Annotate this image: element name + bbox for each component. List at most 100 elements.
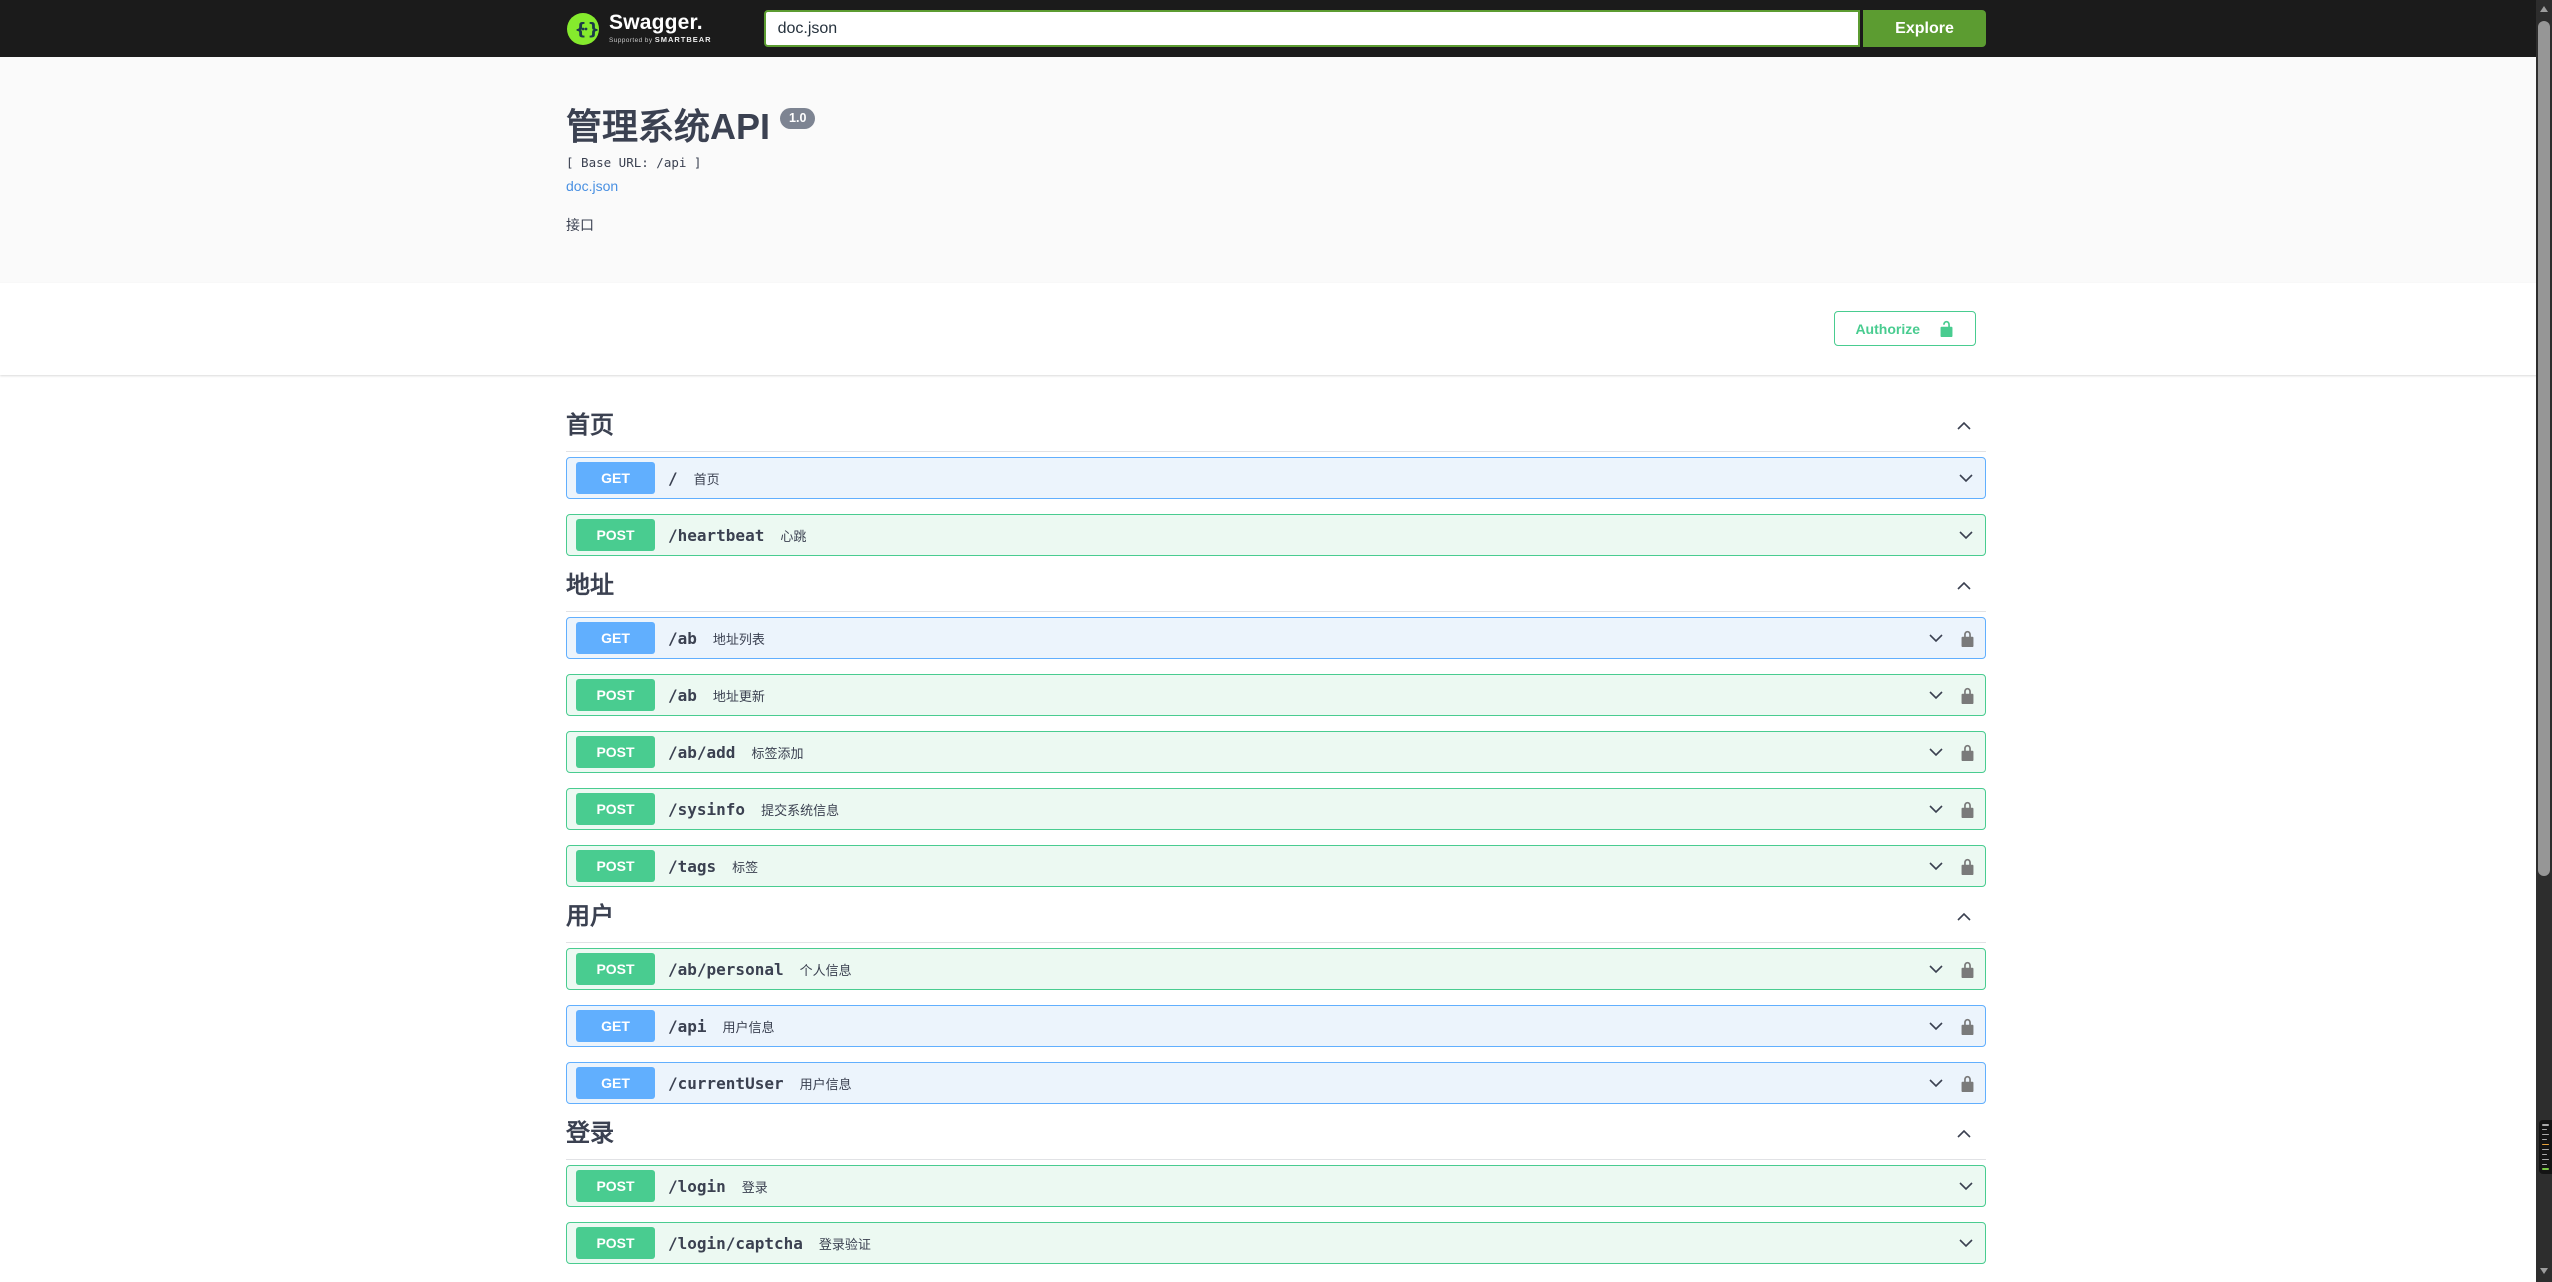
swagger-brand[interactable]: { } Swagger. Supported by SMARTBEAR: [566, 12, 712, 46]
operation-summary: 提交系统信息: [761, 802, 840, 818]
method-badge: GET: [576, 1067, 655, 1099]
chevron-down-icon[interactable]: [1956, 1176, 1976, 1196]
lock-icon[interactable]: [1959, 1074, 1976, 1093]
api-title-row: 管理系统API 1.0: [566, 107, 1986, 147]
operation-path: /tags: [668, 856, 717, 876]
chevron-down-icon[interactable]: [1956, 525, 1976, 545]
operation-row[interactable]: GET /currentUser 用户信息: [566, 1062, 1986, 1104]
chevron-down-icon[interactable]: [1956, 468, 1976, 488]
chevron-up-icon[interactable]: [1954, 416, 1974, 436]
lock-icon[interactable]: [1959, 743, 1976, 762]
section-title: 首页: [566, 412, 614, 439]
operation-path: /login/captcha: [668, 1233, 803, 1253]
chevron-down-icon[interactable]: [1926, 959, 1946, 979]
section-header[interactable]: 登录: [566, 1120, 1986, 1160]
chevron-down-icon[interactable]: [1926, 628, 1946, 648]
operation-summary: 登录验证: [818, 1236, 871, 1252]
section-header[interactable]: 首页: [566, 412, 1986, 452]
operation-row[interactable]: POST /heartbeat 心跳: [566, 514, 1986, 556]
lock-icon[interactable]: [1959, 629, 1976, 648]
spec-url-form: Explore: [763, 10, 1986, 47]
lock-icon[interactable]: [1959, 686, 1976, 705]
spec-link[interactable]: doc.json: [566, 178, 618, 194]
operation-row[interactable]: POST /ab/personal 个人信息: [566, 948, 1986, 990]
operation-row[interactable]: POST /ab 地址更新: [566, 674, 1986, 716]
chevron-down-icon[interactable]: [1926, 742, 1946, 762]
chevron-down-icon[interactable]: [1926, 856, 1946, 876]
operation-row[interactable]: GET /api 用户信息: [566, 1005, 1986, 1047]
chevron-up-icon[interactable]: [1954, 576, 1974, 596]
operations-container: 首页 GET / 首页 POST /heartbeat 心跳 地址 GET /a…: [0, 375, 2552, 1264]
minimap-widget[interactable]: [2539, 1120, 2552, 1174]
section-home: 首页 GET / 首页 POST /heartbeat 心跳: [566, 412, 1986, 556]
page-title: 管理系统API: [566, 106, 771, 147]
operation-row[interactable]: GET / 首页: [566, 457, 1986, 499]
spec-url-input[interactable]: [763, 10, 1860, 47]
method-badge: GET: [576, 622, 655, 654]
method-badge: POST: [576, 850, 655, 882]
lock-icon[interactable]: [1959, 960, 1976, 979]
operation-summary: 个人信息: [799, 962, 852, 978]
scroll-up-button[interactable]: [2536, 0, 2552, 17]
lock-icon[interactable]: [1959, 1017, 1976, 1036]
api-description: 接口: [566, 217, 594, 233]
method-badge: POST: [576, 679, 655, 711]
section-address: 地址 GET /ab 地址列表 POST /ab 地址更新 POST /ab/a…: [566, 572, 1986, 887]
svg-text:}: }: [588, 20, 600, 40]
method-badge: POST: [576, 953, 655, 985]
operation-path: /api: [668, 1016, 707, 1036]
operation-row[interactable]: POST /sysinfo 提交系统信息: [566, 788, 1986, 830]
operation-path: /ab: [668, 628, 697, 648]
lock-icon[interactable]: [1959, 800, 1976, 819]
scrollbar-thumb[interactable]: [2538, 21, 2550, 876]
operation-summary: 标签添加: [751, 745, 804, 761]
section-login: 登录 POST /login 登录 POST /login/captcha 登录…: [566, 1120, 1986, 1264]
operation-summary: 登录: [741, 1179, 768, 1195]
operation-path: /ab: [668, 685, 697, 705]
section-header[interactable]: 地址: [566, 572, 1986, 612]
section-title: 用户: [566, 903, 614, 930]
method-badge: POST: [576, 736, 655, 768]
method-badge: POST: [576, 1170, 655, 1202]
swagger-logo-icon: { }: [567, 12, 600, 45]
section-user: 用户 POST /ab/personal 个人信息 GET /api 用户信息 …: [566, 903, 1986, 1104]
scheme-container: Authorize: [0, 283, 2552, 375]
explore-button[interactable]: Explore: [1863, 10, 1986, 47]
method-badge: POST: [576, 793, 655, 825]
brand-name: Swagger.: [609, 11, 703, 35]
operation-row[interactable]: GET /ab 地址列表: [566, 617, 1986, 659]
authorize-label: Authorize: [1855, 320, 1920, 337]
operation-path: /heartbeat: [668, 525, 765, 545]
operation-path: /currentUser: [668, 1073, 784, 1093]
brand-subtitle: Supported by SMARTBEAR: [609, 35, 712, 45]
authorize-button[interactable]: Authorize: [1834, 311, 1976, 346]
operation-row[interactable]: POST /login/captcha 登录验证: [566, 1222, 1986, 1264]
chevron-up-icon[interactable]: [1954, 1124, 1974, 1144]
lock-icon[interactable]: [1959, 857, 1976, 876]
operation-summary: 地址更新: [712, 688, 765, 704]
chevron-down-icon[interactable]: [1926, 1073, 1946, 1093]
operation-path: /ab/add: [668, 742, 736, 762]
method-badge: GET: [576, 1010, 655, 1042]
scrollbar[interactable]: [2536, 0, 2552, 1282]
operation-row[interactable]: POST /tags 标签: [566, 845, 1986, 887]
chevron-down-icon[interactable]: [1926, 685, 1946, 705]
operation-row[interactable]: POST /login 登录: [566, 1165, 1986, 1207]
info-section: 管理系统API 1.0 [ Base URL: /api ] doc.json 接…: [0, 57, 2552, 283]
operation-path: /ab/personal: [668, 959, 784, 979]
operation-summary: 用户信息: [722, 1019, 775, 1035]
operation-summary: 地址列表: [712, 631, 765, 647]
scroll-down-button[interactable]: [2536, 1262, 2552, 1279]
section-title: 地址: [566, 572, 614, 599]
operation-row[interactable]: POST /ab/add 标签添加: [566, 731, 1986, 773]
operation-summary: 首页: [693, 471, 720, 487]
chevron-up-icon[interactable]: [1954, 907, 1974, 927]
operation-path: /login: [668, 1176, 726, 1196]
unlock-icon: [1938, 319, 1955, 338]
section-header[interactable]: 用户: [566, 903, 1986, 943]
method-badge: GET: [576, 462, 655, 494]
chevron-down-icon[interactable]: [1926, 1016, 1946, 1036]
operation-path: /: [668, 468, 678, 488]
chevron-down-icon[interactable]: [1956, 1233, 1976, 1253]
chevron-down-icon[interactable]: [1926, 799, 1946, 819]
